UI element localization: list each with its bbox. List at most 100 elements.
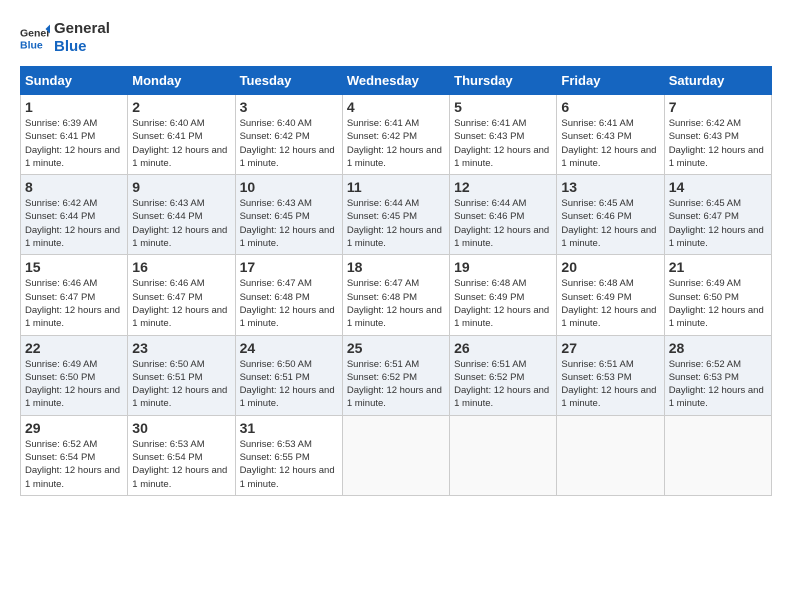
calendar-cell: 7 Sunrise: 6:42 AMSunset: 6:43 PMDaylight… bbox=[664, 95, 771, 175]
logo-general: General bbox=[54, 20, 110, 38]
calendar-cell: 8 Sunrise: 6:42 AMSunset: 6:44 PMDaylight… bbox=[21, 175, 128, 255]
col-header-thursday: Thursday bbox=[450, 67, 557, 95]
logo: General Blue General Blue bbox=[20, 20, 110, 56]
day-info: Sunrise: 6:49 AMSunset: 6:50 PMDaylight:… bbox=[25, 358, 123, 411]
calendar-cell: 9 Sunrise: 6:43 AMSunset: 6:44 PMDaylight… bbox=[128, 175, 235, 255]
calendar-cell: 26 Sunrise: 6:51 AMSunset: 6:52 PMDayligh… bbox=[450, 335, 557, 415]
svg-text:Blue: Blue bbox=[20, 40, 43, 52]
day-number: 20 bbox=[561, 259, 659, 275]
day-number: 7 bbox=[669, 99, 767, 115]
day-info: Sunrise: 6:45 AMSunset: 6:47 PMDaylight:… bbox=[669, 197, 767, 250]
calendar-cell: 20 Sunrise: 6:48 AMSunset: 6:49 PMDayligh… bbox=[557, 255, 664, 335]
day-number: 16 bbox=[132, 259, 230, 275]
day-info: Sunrise: 6:44 AMSunset: 6:46 PMDaylight:… bbox=[454, 197, 552, 250]
day-info: Sunrise: 6:48 AMSunset: 6:49 PMDaylight:… bbox=[454, 277, 552, 330]
calendar-cell: 4Sunrise: 6:41 AMSunset: 6:42 PMDaylight… bbox=[342, 95, 449, 175]
calendar-cell: 24 Sunrise: 6:50 AMSunset: 6:51 PMDayligh… bbox=[235, 335, 342, 415]
day-info: Sunrise: 6:42 AMSunset: 6:43 PMDaylight:… bbox=[669, 117, 767, 170]
day-number: 18 bbox=[347, 259, 445, 275]
day-number: 31 bbox=[240, 420, 338, 436]
day-number: 25 bbox=[347, 340, 445, 356]
day-number: 24 bbox=[240, 340, 338, 356]
calendar-cell: 11 Sunrise: 6:44 AMSunset: 6:45 PMDayligh… bbox=[342, 175, 449, 255]
day-info: Sunrise: 6:51 AMSunset: 6:52 PMDaylight:… bbox=[454, 358, 552, 411]
day-number: 10 bbox=[240, 179, 338, 195]
day-info: Sunrise: 6:46 AMSunset: 6:47 PMDaylight:… bbox=[132, 277, 230, 330]
day-info: Sunrise: 6:41 AMSunset: 6:43 PMDaylight:… bbox=[561, 117, 659, 170]
calendar-cell: 29 Sunrise: 6:52 AMSunset: 6:54 PMDayligh… bbox=[21, 415, 128, 495]
calendar-cell: 3 Sunrise: 6:40 AMSunset: 6:42 PMDaylight… bbox=[235, 95, 342, 175]
day-number: 17 bbox=[240, 259, 338, 275]
calendar-cell: 17 Sunrise: 6:47 AMSunset: 6:48 PMDayligh… bbox=[235, 255, 342, 335]
day-info: Sunrise: 6:50 AMSunset: 6:51 PMDaylight:… bbox=[132, 358, 230, 411]
logo-icon: General Blue bbox=[20, 23, 50, 53]
day-number: 6 bbox=[561, 99, 659, 115]
day-info: Sunrise: 6:47 AMSunset: 6:48 PMDaylight:… bbox=[240, 277, 338, 330]
day-number: 8 bbox=[25, 179, 123, 195]
calendar-cell: 5 Sunrise: 6:41 AMSunset: 6:43 PMDaylight… bbox=[450, 95, 557, 175]
calendar-cell: 28 Sunrise: 6:52 AMSunset: 6:53 PMDayligh… bbox=[664, 335, 771, 415]
day-info: Sunrise: 6:39 AMSunset: 6:41 PMDaylight:… bbox=[25, 117, 123, 170]
day-number: 2 bbox=[132, 99, 230, 115]
day-number: 23 bbox=[132, 340, 230, 356]
calendar-cell: 13Sunrise: 6:45 AMSunset: 6:46 PMDayligh… bbox=[557, 175, 664, 255]
day-number: 15 bbox=[25, 259, 123, 275]
day-number: 3 bbox=[240, 99, 338, 115]
calendar-cell: 27Sunrise: 6:51 AMSunset: 6:53 PMDayligh… bbox=[557, 335, 664, 415]
day-number: 29 bbox=[25, 420, 123, 436]
day-info: Sunrise: 6:43 AMSunset: 6:45 PMDaylight:… bbox=[240, 197, 338, 250]
day-number: 19 bbox=[454, 259, 552, 275]
calendar-cell: 6 Sunrise: 6:41 AMSunset: 6:43 PMDaylight… bbox=[557, 95, 664, 175]
day-info: Sunrise: 6:53 AMSunset: 6:55 PMDaylight:… bbox=[240, 438, 338, 491]
calendar-cell: 21Sunrise: 6:49 AMSunset: 6:50 PMDayligh… bbox=[664, 255, 771, 335]
calendar-cell: 2 Sunrise: 6:40 AMSunset: 6:41 PMDaylight… bbox=[128, 95, 235, 175]
calendar-cell: 12 Sunrise: 6:44 AMSunset: 6:46 PMDayligh… bbox=[450, 175, 557, 255]
calendar-cell bbox=[664, 415, 771, 495]
day-number: 11 bbox=[347, 179, 445, 195]
day-info: Sunrise: 6:43 AMSunset: 6:44 PMDaylight:… bbox=[132, 197, 230, 250]
calendar-cell: 30 Sunrise: 6:53 AMSunset: 6:54 PMDayligh… bbox=[128, 415, 235, 495]
col-header-wednesday: Wednesday bbox=[342, 67, 449, 95]
calendar-cell: 15 Sunrise: 6:46 AMSunset: 6:47 PMDayligh… bbox=[21, 255, 128, 335]
day-number: 28 bbox=[669, 340, 767, 356]
day-info: Sunrise: 6:52 AMSunset: 6:54 PMDaylight:… bbox=[25, 438, 123, 491]
col-header-monday: Monday bbox=[128, 67, 235, 95]
day-info: Sunrise: 6:50 AMSunset: 6:51 PMDaylight:… bbox=[240, 358, 338, 411]
day-info: Sunrise: 6:42 AMSunset: 6:44 PMDaylight:… bbox=[25, 197, 123, 250]
day-number: 30 bbox=[132, 420, 230, 436]
day-info: Sunrise: 6:44 AMSunset: 6:45 PMDaylight:… bbox=[347, 197, 445, 250]
day-number: 5 bbox=[454, 99, 552, 115]
calendar-table: SundayMondayTuesdayWednesdayThursdayFrid… bbox=[20, 66, 772, 496]
day-info: Sunrise: 6:40 AMSunset: 6:41 PMDaylight:… bbox=[132, 117, 230, 170]
calendar-cell bbox=[557, 415, 664, 495]
calendar-cell: 18 Sunrise: 6:47 AMSunset: 6:48 PMDayligh… bbox=[342, 255, 449, 335]
day-info: Sunrise: 6:51 AMSunset: 6:52 PMDaylight:… bbox=[347, 358, 445, 411]
day-info: Sunrise: 6:47 AMSunset: 6:48 PMDaylight:… bbox=[347, 277, 445, 330]
calendar-cell: 19 Sunrise: 6:48 AMSunset: 6:49 PMDayligh… bbox=[450, 255, 557, 335]
logo-blue: Blue bbox=[54, 38, 110, 56]
calendar-cell: 16 Sunrise: 6:46 AMSunset: 6:47 PMDayligh… bbox=[128, 255, 235, 335]
day-info: Sunrise: 6:46 AMSunset: 6:47 PMDaylight:… bbox=[25, 277, 123, 330]
day-number: 12 bbox=[454, 179, 552, 195]
day-number: 1 bbox=[25, 99, 123, 115]
calendar-cell: 1 Sunrise: 6:39 AMSunset: 6:41 PMDaylight… bbox=[21, 95, 128, 175]
day-info: Sunrise: 6:51 AMSunset: 6:53 PMDaylight:… bbox=[561, 358, 659, 411]
col-header-tuesday: Tuesday bbox=[235, 67, 342, 95]
day-number: 9 bbox=[132, 179, 230, 195]
day-info: Sunrise: 6:48 AMSunset: 6:49 PMDaylight:… bbox=[561, 277, 659, 330]
day-info: Sunrise: 6:41 AMSunset: 6:43 PMDaylight:… bbox=[454, 117, 552, 170]
calendar-cell: 31 Sunrise: 6:53 AMSunset: 6:55 PMDayligh… bbox=[235, 415, 342, 495]
day-info: Sunrise: 6:40 AMSunset: 6:42 PMDaylight:… bbox=[240, 117, 338, 170]
day-info: Sunrise: 6:53 AMSunset: 6:54 PMDaylight:… bbox=[132, 438, 230, 491]
svg-text:General: General bbox=[20, 28, 50, 40]
day-info: Sunrise: 6:49 AMSunset: 6:50 PMDaylight:… bbox=[669, 277, 767, 330]
calendar-cell: 10 Sunrise: 6:43 AMSunset: 6:45 PMDayligh… bbox=[235, 175, 342, 255]
day-number: 26 bbox=[454, 340, 552, 356]
col-header-saturday: Saturday bbox=[664, 67, 771, 95]
day-number: 14 bbox=[669, 179, 767, 195]
day-number: 22 bbox=[25, 340, 123, 356]
day-info: Sunrise: 6:52 AMSunset: 6:53 PMDaylight:… bbox=[669, 358, 767, 411]
calendar-cell bbox=[450, 415, 557, 495]
day-number: 4 bbox=[347, 99, 445, 115]
col-header-sunday: Sunday bbox=[21, 67, 128, 95]
